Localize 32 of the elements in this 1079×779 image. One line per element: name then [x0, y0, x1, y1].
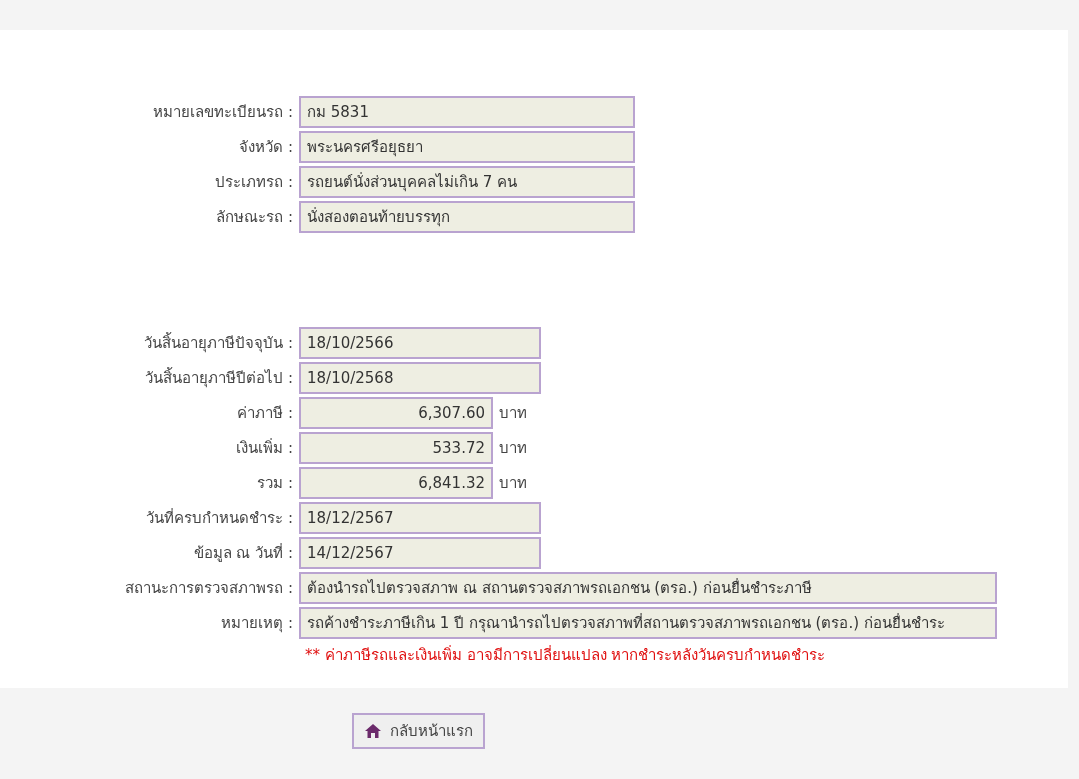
field-label: จังหวัด : — [238, 136, 293, 158]
text-field[interactable]: 6,307.60 — [299, 397, 493, 429]
warning-note: ** ค่าภาษีรถและเงินเพิ่ม อาจมีการเปลี่ยนแปลง หากชำระหลังวันครบกำหนดชำระ — [305, 646, 826, 664]
field-label: ข้อมูล ณ วันที่ : — [192, 542, 293, 564]
field-label: ประเภทรถ : — [214, 171, 293, 193]
field-label: วันสิ้นอายุภาษีปัจจุบัน : — [143, 331, 293, 355]
home-icon — [364, 723, 382, 739]
field-label: หมายเลขทะเบียนรถ : — [152, 101, 293, 123]
text-field[interactable]: รถยนต์นั่งส่วนบุคคลไม่เกิน 7 คน — [299, 166, 635, 198]
text-field[interactable]: นั่งสองตอนท้ายบรรทุก — [299, 201, 635, 233]
text-field[interactable]: กม 5831 — [299, 96, 635, 128]
field-label: เงินเพิ่ม : — [235, 437, 293, 459]
text-field[interactable]: พระนครศรีอยุธยา — [299, 131, 635, 163]
text-field[interactable]: 533.72 — [299, 432, 493, 464]
field-label: วันที่ครบกำหนดชำระ : — [145, 507, 293, 529]
text-field[interactable]: 18/10/2566 — [299, 327, 541, 359]
text-field[interactable]: ต้องนำรถไปตรวจสภาพ ณ สถานตรวจสภาพรถเอกชน (ตรอ.) ก่อนยื่นชำระภาษี — [299, 572, 997, 604]
field-label: สถานะการตรวจสภาพรถ : — [124, 577, 293, 599]
text-field[interactable]: 18/12/2567 — [299, 502, 541, 534]
home-button[interactable]: กลับหน้าแรก — [352, 713, 485, 749]
field-label: หมายเหตุ : — [220, 612, 293, 635]
text-field[interactable]: 6,841.32 — [299, 467, 493, 499]
text-field[interactable]: 18/10/2568 — [299, 362, 541, 394]
field-label: รวม : — [256, 472, 293, 494]
field-label: ค่าภาษี : — [236, 402, 293, 424]
text-field[interactable]: 14/12/2567 — [299, 537, 541, 569]
field-label: วันสิ้นอายุภาษีปีต่อไป : — [144, 366, 293, 390]
field-label: ลักษณะรถ : — [215, 206, 293, 228]
currency-unit: บาท — [499, 402, 527, 424]
text-field[interactable]: รถค้างชำระภาษีเกิน 1 ปี กรุณานำรถไปตรวจสภาพที่สถานตรวจสภาพรถเอกชน (ตรอ.) ก่อนยื่นชำระ — [299, 607, 997, 639]
currency-unit: บาท — [499, 472, 527, 494]
currency-unit: บาท — [499, 437, 527, 459]
